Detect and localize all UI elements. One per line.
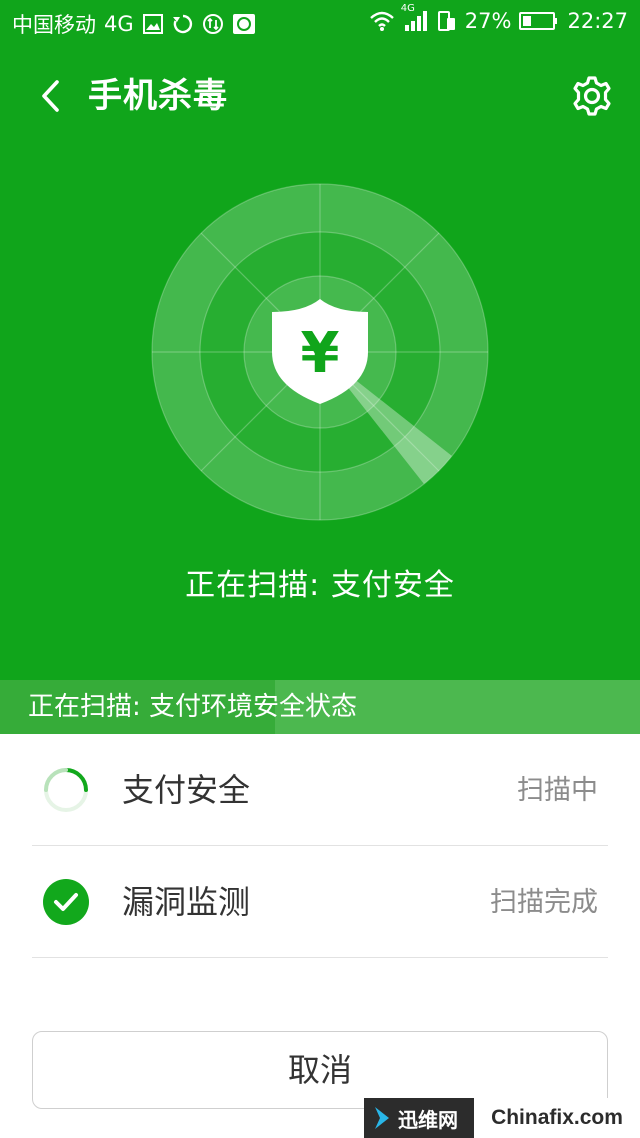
watermark-domain: Chinafix.com xyxy=(474,1098,640,1138)
check-label: 支付安全 xyxy=(122,771,251,809)
back-button[interactable] xyxy=(30,74,70,118)
check-label: 漏洞监测 xyxy=(122,883,251,921)
scan-progress-bar: 正在扫描: 支付环境安全状态 xyxy=(0,680,640,734)
chevron-right-icon xyxy=(375,1107,389,1129)
gear-icon xyxy=(573,76,611,116)
10086-icon xyxy=(232,13,256,35)
scan-status-text: 正在扫描: 支付安全 xyxy=(185,568,455,603)
scan-progress-text: 正在扫描: 支付环境安全状态 xyxy=(28,692,358,722)
wifi-icon xyxy=(369,10,395,32)
check-status: 扫描完成 xyxy=(490,887,598,918)
network-type: 4G xyxy=(104,12,134,36)
scan-check-list: 支付安全 扫描中 漏洞监测 扫描完成 xyxy=(32,734,608,958)
scan-radar: ¥ xyxy=(151,183,489,521)
list-item-vulnerability-detection: 漏洞监测 扫描完成 xyxy=(32,846,608,958)
status-bar: 中国移动 4G 4G 27% 22:27 xyxy=(0,0,640,46)
battery-icon xyxy=(519,10,559,32)
signal-icon: 4G xyxy=(401,4,429,32)
page-title: 手机杀毒 xyxy=(88,76,228,116)
title-bar: 手机杀毒 xyxy=(0,60,640,132)
watermark: 迅维网 Chinafix.com xyxy=(364,1098,640,1138)
shield-symbol: ¥ xyxy=(301,321,340,386)
signal-network-label: 4G xyxy=(400,3,415,14)
carrier-name: 中国移动 xyxy=(12,13,96,37)
chevron-left-icon xyxy=(42,80,59,112)
gallery-icon xyxy=(142,13,164,35)
battery-percent: 27% xyxy=(464,9,512,33)
check-circle-icon xyxy=(43,879,89,925)
list-item-payment-security: 支付安全 扫描中 xyxy=(32,734,608,846)
sim-icon xyxy=(437,10,457,32)
check-status: 扫描中 xyxy=(517,775,598,806)
settings-button[interactable] xyxy=(568,72,616,120)
sync-icon xyxy=(172,13,194,35)
data-sync-icon xyxy=(202,13,224,35)
watermark-brand-text: 迅维网 xyxy=(398,1107,458,1132)
watermark-brand: 迅维网 xyxy=(364,1098,474,1138)
clock: 22:27 xyxy=(567,9,628,33)
loading-spinner-icon xyxy=(44,768,88,812)
